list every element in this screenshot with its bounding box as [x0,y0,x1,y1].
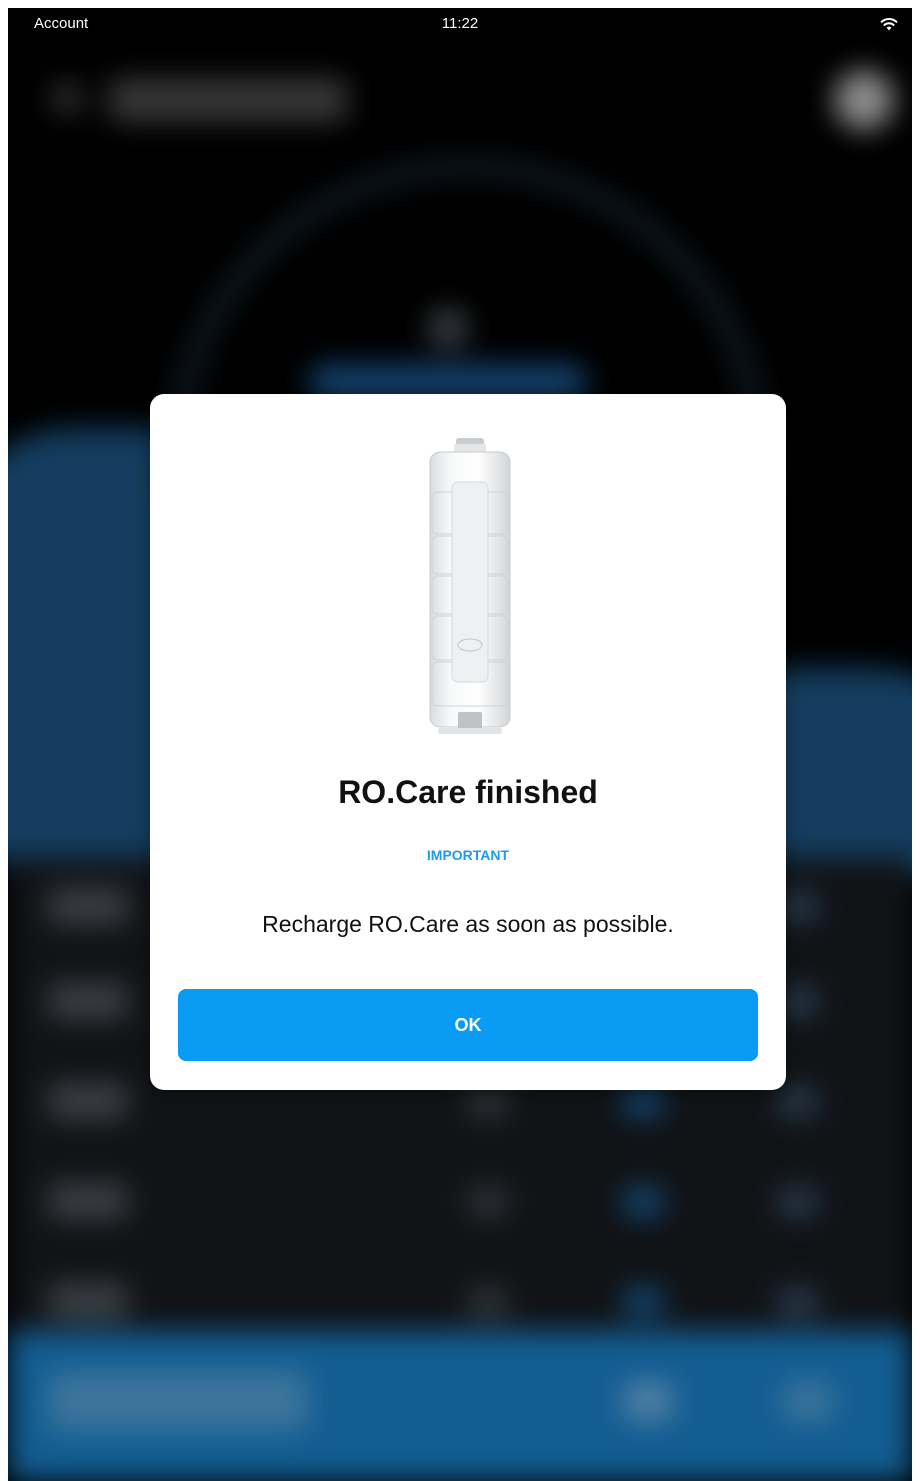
dialog-title: RO.Care finished [338,774,598,810]
alert-dialog: RO.Care finished IMPORTANT Recharge RO.C… [150,394,786,1090]
app-screen: Account 11:22 RO.Care finished IMPORTANT… [8,8,912,1481]
status-time: 11:22 [441,15,479,32]
ro-care-cartridge-image [429,438,511,734]
importance-label: IMPORTANT [426,847,510,863]
dialog-message: Recharge RO.Care as soon as possible. [262,911,674,937]
wifi-icon [880,17,898,31]
ok-button[interactable]: OK [178,989,758,1061]
status-bar: Account 11:22 [8,8,912,40]
